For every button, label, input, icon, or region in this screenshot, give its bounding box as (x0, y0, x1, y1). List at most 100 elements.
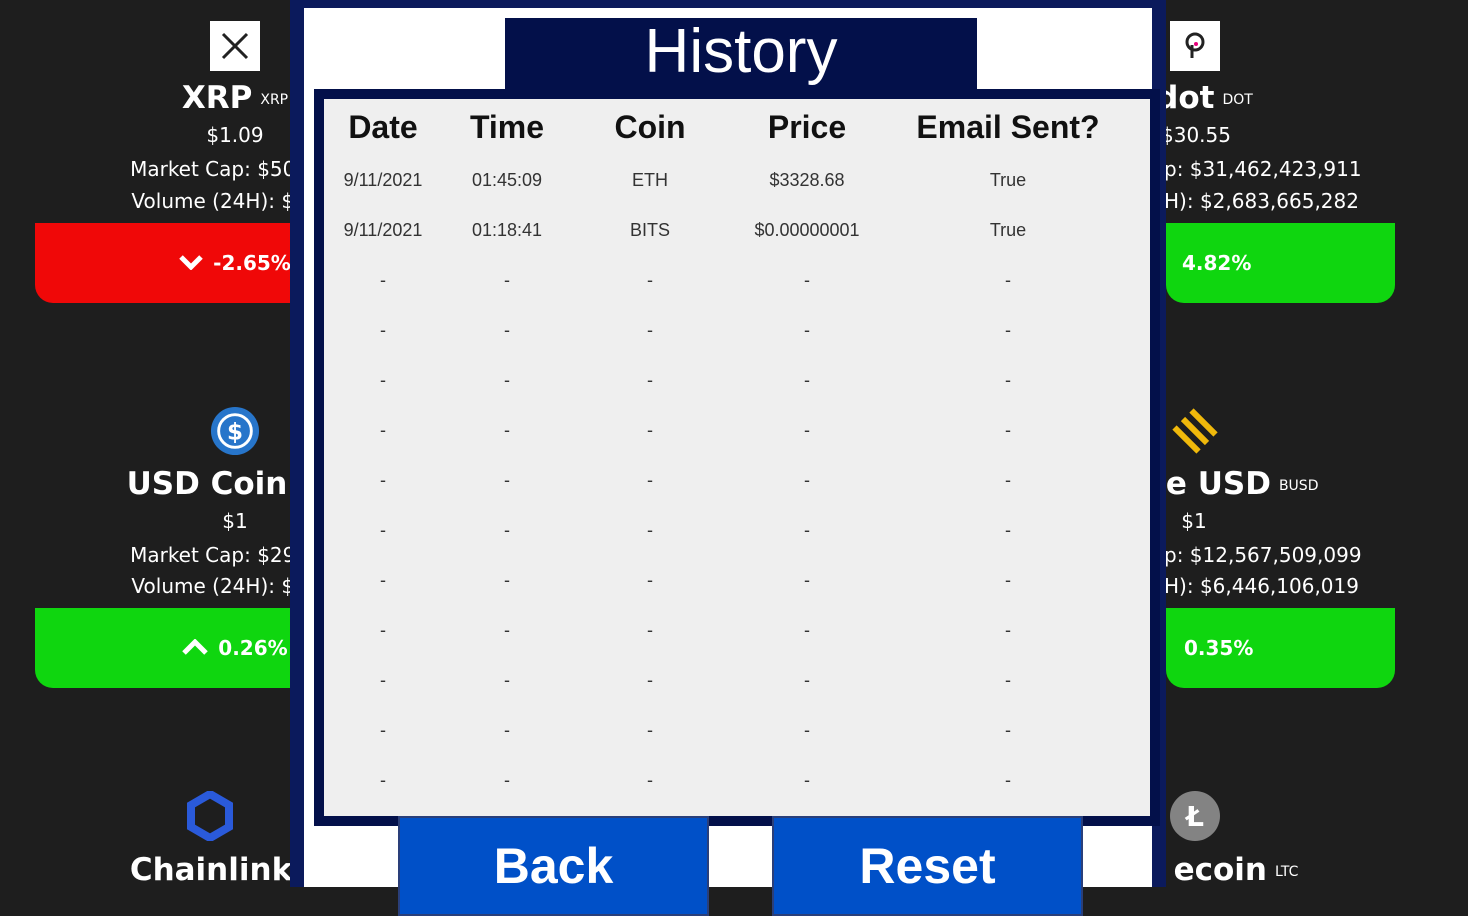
chainlink-icon (185, 791, 235, 841)
history-table-frame: Date Time Coin Price Email Sent? 9/11/20… (314, 89, 1160, 826)
modal-title: History (505, 18, 977, 91)
litecoin-icon: Ł (1170, 791, 1220, 841)
cell-coin: - (647, 419, 653, 440)
coin-name: Chainlink (129, 852, 291, 887)
coin-card-polkadot[interactable]: adot DOT $30.55 p: $31,462,423,911 H): $2… (1166, 0, 1395, 303)
coin-price: $1 (1181, 509, 1207, 533)
column-header-price: Price (767, 108, 847, 145)
coin-price: $1 (222, 509, 248, 533)
cell-price: - (804, 269, 810, 290)
table-row: ----- (324, 505, 1130, 555)
column-header-email-sent: Email Sent? (916, 108, 1100, 145)
market-cap: p: $31,462,423,911 (1166, 157, 1362, 181)
coin-price: $30.55 (1166, 123, 1231, 147)
coin-symbol: LTC (1275, 863, 1299, 880)
cell-email-sent: True (989, 219, 1027, 240)
change-badge: 4.82% (1166, 223, 1395, 303)
volume: Volume (24H): $2,57 (131, 574, 291, 598)
cell-email-sent: - (1005, 369, 1011, 390)
coin-card-xrp[interactable]: XRP XRP $1.09 Market Cap: $50,747 Volume … (35, 0, 291, 303)
cell-price: $3328.68 (769, 169, 845, 190)
back-button[interactable]: Back (398, 816, 709, 916)
polkadot-icon (1170, 21, 1220, 71)
cell-price: - (804, 519, 810, 540)
table-row: ----- (324, 255, 1130, 305)
cell-email-sent: - (1005, 769, 1011, 790)
coin-name: adot (1166, 80, 1215, 116)
cell-date: - (380, 519, 386, 540)
table-row: ----- (324, 355, 1130, 405)
table-row: ----- (324, 755, 1130, 805)
table-row: ----- (324, 605, 1130, 655)
column-header-date: Date (348, 108, 418, 145)
cell-coin: - (647, 469, 653, 490)
volume: Volume (24H): $5,46 (131, 189, 291, 213)
table-row: 9/11/2021 01:18:41 BITS $0.00000001 True (324, 205, 1130, 255)
cell-email-sent: True (989, 169, 1027, 190)
cell-email-sent: - (1005, 419, 1011, 440)
cell-time: - (504, 769, 510, 790)
coin-card-litecoin[interactable]: Ł ecoin LTC (1166, 785, 1395, 887)
cell-coin: - (647, 519, 653, 540)
cell-email-sent: - (1005, 569, 1011, 590)
table-row: ----- (324, 305, 1130, 355)
cell-date: - (380, 569, 386, 590)
reset-button[interactable]: Reset (772, 816, 1083, 916)
volume: H): $6,446,106,019 (1166, 574, 1359, 598)
coin-card-usd-coin[interactable]: $ USD Coin $1 Market Cap: $29,239 Volume… (35, 388, 291, 688)
history-table: Date Time Coin Price Email Sent? 9/11/20… (324, 99, 1130, 805)
coin-price: $1.09 (206, 123, 264, 147)
svg-text:Ł: Ł (1184, 800, 1204, 833)
table-row: 9/11/2021 01:45:09 ETH $3328.68 True (324, 155, 1130, 205)
market-cap: Market Cap: $29,239 (130, 543, 291, 567)
column-header-coin: Coin (614, 108, 686, 145)
cell-time: 01:45:09 (471, 169, 543, 190)
coin-name: ecoin (1173, 852, 1267, 887)
cell-coin: - (647, 319, 653, 340)
cell-time: - (504, 569, 510, 590)
coin-card-chainlink[interactable]: Chainlink (35, 785, 291, 887)
cell-email-sent: - (1005, 669, 1011, 690)
cell-time: - (504, 319, 510, 340)
cell-coin: - (647, 769, 653, 790)
cell-coin: - (647, 569, 653, 590)
cell-price: - (804, 319, 810, 340)
cell-price: - (804, 719, 810, 740)
cell-date: - (380, 719, 386, 740)
coin-name: USD Coin (126, 466, 288, 502)
change-badge: -2.65% (35, 223, 291, 303)
cell-coin: - (647, 719, 653, 740)
cell-price: - (804, 619, 810, 640)
cell-date: - (380, 369, 386, 390)
cell-email-sent: - (1005, 269, 1011, 290)
cell-time: - (504, 269, 510, 290)
change-value: 4.82% (1182, 251, 1252, 275)
cell-time: - (504, 719, 510, 740)
coin-symbol: XRP (260, 91, 289, 108)
cell-email-sent: - (1005, 619, 1011, 640)
column-header-time: Time (469, 108, 545, 145)
table-row: ----- (324, 455, 1130, 505)
cell-coin: ETH (632, 169, 668, 190)
cell-email-sent: - (1005, 319, 1011, 340)
cell-price: - (804, 669, 810, 690)
cell-date: 9/11/2021 (343, 219, 423, 240)
cell-price: - (804, 469, 810, 490)
cell-date: - (380, 469, 386, 490)
table-header-row: Date Time Coin Price Email Sent? (324, 99, 1130, 155)
cell-time: - (504, 419, 510, 440)
cell-time: - (504, 469, 510, 490)
cell-date: - (380, 769, 386, 790)
cell-time: 01:18:41 (471, 219, 543, 240)
cell-date: 9/11/2021 (343, 169, 423, 190)
cell-coin: BITS (629, 219, 670, 240)
coin-name: ce USD (1166, 466, 1271, 502)
market-cap: p: $12,567,509,099 (1166, 543, 1362, 567)
market-cap: Market Cap: $50,747 (130, 157, 291, 181)
change-value: -2.65% (213, 251, 291, 275)
history-modal: History Date Time Coin Price Email Sent?… (290, 0, 1166, 916)
table-row: ----- (324, 405, 1130, 455)
coin-card-binance-usd[interactable]: ce USD BUSD $1 p: $12,567,509,099 H): $6,… (1166, 388, 1395, 688)
cell-price: - (804, 569, 810, 590)
coin-name: XRP (181, 80, 253, 116)
